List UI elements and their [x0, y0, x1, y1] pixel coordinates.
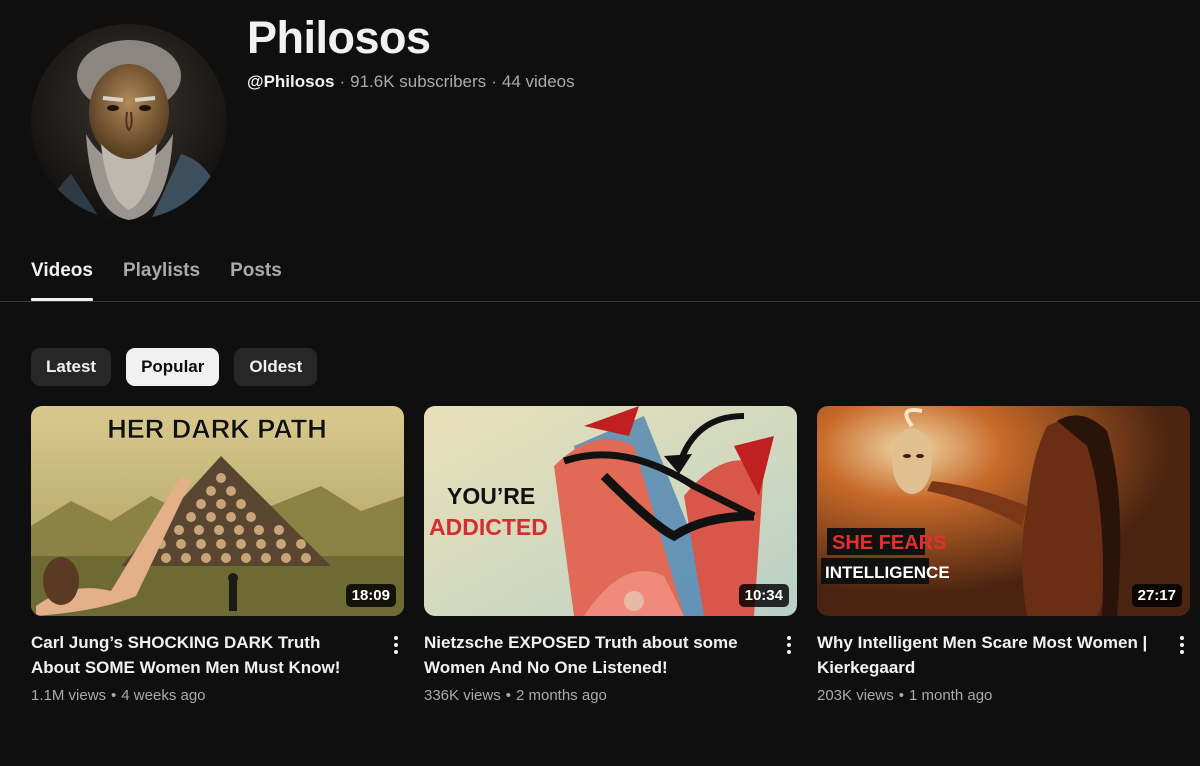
separator: ·	[339, 72, 346, 91]
more-vert-icon[interactable]	[779, 632, 799, 658]
philosopher-portrait-icon	[31, 24, 227, 220]
meta-dot: •	[505, 687, 511, 704]
upload-age: 4 weeks ago	[121, 687, 206, 704]
thumbnail-caption: ADDICTED	[429, 514, 548, 540]
subscriber-count: 91.6K subscribers	[350, 72, 487, 91]
tabs-divider	[0, 301, 1200, 302]
video-title[interactable]: Nietzsche EXPOSED Truth about some Women…	[424, 630, 759, 680]
meta-dot: •	[111, 687, 117, 704]
channel-name: Philosos	[247, 12, 431, 63]
video-card: SHE FEARS INTELLIGENCE 27:17 Why Intelli…	[817, 406, 1190, 704]
upload-age: 1 month ago	[908, 687, 993, 704]
thumbnail-caption: INTELLIGENCE	[825, 563, 950, 582]
view-count: 336K views	[424, 687, 501, 704]
upload-age: 2 months ago	[515, 687, 607, 704]
view-count: 1.1M views	[31, 687, 107, 704]
separator: ·	[491, 72, 497, 91]
thumbnail-caption: YOU’RE	[447, 483, 535, 509]
video-title[interactable]: Why Intelligent Men Scare Most Women | K…	[817, 630, 1152, 680]
more-vert-icon[interactable]	[1172, 632, 1192, 658]
video-duration: 10:34	[738, 584, 789, 607]
channel-tabs: Videos Playlists Posts	[31, 258, 282, 301]
video-grid: HER DARK PATH 18:09 Carl Jung’s SHOCKING…	[31, 406, 1190, 704]
video-stats: 336K views • 2 months ago	[424, 687, 797, 704]
video-stats: 1.1M views • 4 weeks ago	[31, 687, 404, 704]
channel-avatar[interactable]	[31, 24, 227, 220]
sort-chips: Latest Popular Oldest	[31, 348, 318, 386]
more-vert-icon[interactable]	[386, 632, 406, 658]
video-stats: 203K views • 1 month ago	[817, 687, 1190, 704]
channel-handle: @Philosos	[247, 72, 335, 91]
video-thumbnail[interactable]: HER DARK PATH 18:09	[31, 406, 404, 616]
channel-meta: @Philosos · 91.6K subscribers · 44 videos	[247, 72, 575, 92]
video-card: HER DARK PATH 18:09 Carl Jung’s SHOCKING…	[31, 406, 404, 704]
tab-posts[interactable]: Posts	[230, 258, 282, 301]
video-card: YOU’RE ADDICTED 10:34 Nietzsche EXPOSED …	[424, 406, 797, 704]
chip-popular[interactable]: Popular	[126, 348, 220, 386]
video-thumbnail[interactable]: SHE FEARS INTELLIGENCE 27:17	[817, 406, 1190, 616]
thumbnail-caption: SHE FEARS	[832, 532, 946, 554]
tab-playlists[interactable]: Playlists	[123, 258, 200, 301]
thumbnail-caption: HER DARK PATH	[107, 414, 327, 444]
chip-oldest[interactable]: Oldest	[234, 348, 318, 386]
video-duration: 27:17	[1131, 584, 1182, 607]
video-thumbnail[interactable]: YOU’RE ADDICTED 10:34	[424, 406, 797, 616]
chip-latest[interactable]: Latest	[31, 348, 112, 386]
video-duration: 18:09	[345, 584, 396, 607]
meta-dot: •	[898, 687, 904, 704]
video-count: 44 videos	[501, 72, 575, 91]
view-count: 203K views	[817, 687, 894, 704]
tab-videos[interactable]: Videos	[31, 258, 93, 301]
video-title[interactable]: Carl Jung’s SHOCKING DARK Truth About SO…	[31, 630, 366, 680]
